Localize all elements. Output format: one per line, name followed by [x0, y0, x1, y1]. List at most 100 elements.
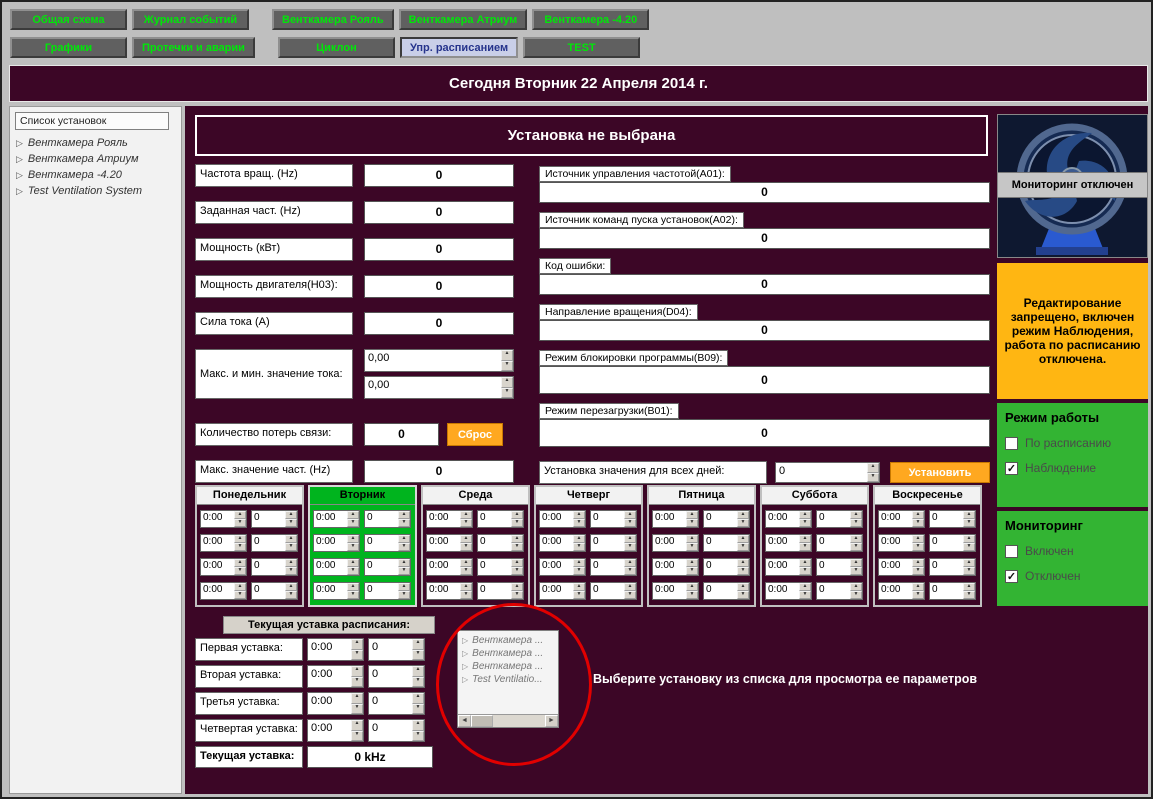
- day-time-spinner[interactable]: 0:00▲▼: [200, 510, 247, 528]
- spinner-down-icon[interactable]: ▼: [963, 567, 975, 575]
- day-time-spinner[interactable]: 0:00▲▼: [878, 534, 925, 552]
- spinner-up-icon[interactable]: ▲: [686, 511, 698, 519]
- toolbar-button[interactable]: Венткамера Рояль: [272, 9, 394, 30]
- day-value-spinner[interactable]: 0▲▼: [251, 510, 298, 528]
- day-time-spinner[interactable]: 0:00▲▼: [878, 510, 925, 528]
- checkbox-option[interactable]: ✓Наблюдение: [1005, 461, 1140, 475]
- spinner-up-icon[interactable]: ▲: [799, 535, 811, 543]
- toolbar-button[interactable]: TEST: [523, 37, 640, 58]
- spinner-down-icon[interactable]: ▼: [573, 591, 585, 599]
- day-time-spinner[interactable]: 0:00▲▼: [652, 510, 699, 528]
- spinner-up-icon[interactable]: ▲: [351, 639, 363, 650]
- day-time-spinner[interactable]: 0:00▲▼: [539, 510, 586, 528]
- spinner-down-icon[interactable]: ▼: [351, 731, 363, 742]
- day-value-spinner[interactable]: 0▲▼: [703, 582, 750, 600]
- spinner-down-icon[interactable]: ▼: [412, 731, 424, 742]
- spinner-down-icon[interactable]: ▼: [624, 591, 636, 599]
- spinner-up-icon[interactable]: ▲: [624, 535, 636, 543]
- schedule-time-spinner[interactable]: 0:00▲▼: [307, 665, 364, 688]
- toolbar-button[interactable]: Графики: [10, 37, 127, 58]
- spinner-up-icon[interactable]: ▲: [234, 559, 246, 567]
- day-value-spinner[interactable]: 0▲▼: [929, 582, 976, 600]
- horizontal-scrollbar[interactable]: ◄►: [458, 714, 558, 727]
- spinner-down-icon[interactable]: ▼: [850, 519, 862, 527]
- day-value-spinner[interactable]: 0▲▼: [364, 558, 411, 576]
- set-all-days-button[interactable]: Установить: [890, 462, 990, 483]
- spinner-up-icon[interactable]: ▲: [799, 583, 811, 591]
- day-value-spinner[interactable]: 0▲▼: [703, 558, 750, 576]
- day-value-spinner[interactable]: 0▲▼: [477, 558, 524, 576]
- scroll-right-icon[interactable]: ►: [545, 715, 558, 727]
- day-value-spinner[interactable]: 0▲▼: [590, 534, 637, 552]
- schedule-time-spinner[interactable]: 0:00▲▼: [307, 719, 364, 742]
- day-time-spinner[interactable]: 0:00▲▼: [200, 582, 247, 600]
- spinner-down-icon[interactable]: ▼: [686, 567, 698, 575]
- spinner-down-icon[interactable]: ▼: [686, 591, 698, 599]
- spinner-up-icon[interactable]: ▲: [686, 583, 698, 591]
- day-time-spinner[interactable]: 0:00▲▼: [426, 534, 473, 552]
- spinner-down-icon[interactable]: ▼: [963, 591, 975, 599]
- day-value-spinner[interactable]: 0▲▼: [477, 510, 524, 528]
- spinner-down-icon[interactable]: ▼: [737, 543, 749, 551]
- mini-list-item[interactable]: ▷Венткамера ...: [458, 647, 558, 660]
- schedule-value-spinner[interactable]: 0▲▼: [368, 719, 425, 742]
- spinner-up-icon[interactable]: ▲: [624, 583, 636, 591]
- spinner-down-icon[interactable]: ▼: [963, 543, 975, 551]
- spinner-up-icon[interactable]: ▲: [347, 511, 359, 519]
- spinner-up-icon[interactable]: ▲: [412, 666, 424, 677]
- spinner-up-icon[interactable]: ▲: [912, 583, 924, 591]
- day-value-spinner[interactable]: 0▲▼: [929, 558, 976, 576]
- scroll-left-icon[interactable]: ◄: [458, 715, 471, 727]
- spinner-down-icon[interactable]: ▼: [412, 677, 424, 688]
- spinner-up-icon[interactable]: ▲: [737, 535, 749, 543]
- installation-tree-item[interactable]: ▷Венткамера Рояль: [10, 135, 181, 151]
- day-value-spinner[interactable]: 0▲▼: [929, 510, 976, 528]
- spinner-down-icon[interactable]: ▼: [285, 519, 297, 527]
- installation-tree-item[interactable]: ▷Test Ventilation System: [10, 183, 181, 199]
- spinner-up-icon[interactable]: ▲: [573, 583, 585, 591]
- day-time-spinner[interactable]: 0:00▲▼: [652, 534, 699, 552]
- day-time-spinner[interactable]: 0:00▲▼: [426, 510, 473, 528]
- spinner-down-icon[interactable]: ▼: [850, 591, 862, 599]
- spinner-up-icon[interactable]: ▲: [850, 511, 862, 519]
- schedule-value-spinner[interactable]: 0▲▼: [368, 665, 425, 688]
- spinner-down-icon[interactable]: ▼: [573, 543, 585, 551]
- spinner-up-icon[interactable]: ▲: [624, 511, 636, 519]
- scrollbar-thumb[interactable]: [471, 715, 493, 727]
- spinner-up-icon[interactable]: ▲: [912, 559, 924, 567]
- toolbar-button[interactable]: Упр. расписанием: [400, 37, 518, 58]
- spinner-down-icon[interactable]: ▼: [398, 519, 410, 527]
- spinner-up-icon[interactable]: ▲: [285, 535, 297, 543]
- day-value-spinner[interactable]: 0▲▼: [816, 558, 863, 576]
- checkbox-unchecked-icon[interactable]: [1005, 437, 1018, 450]
- spinner-down-icon[interactable]: ▼: [511, 567, 523, 575]
- spinner-down-icon[interactable]: ▼: [912, 591, 924, 599]
- spinner-down-icon[interactable]: ▼: [624, 519, 636, 527]
- spinner-up-icon[interactable]: ▲: [850, 583, 862, 591]
- day-time-spinner[interactable]: 0:00▲▼: [765, 558, 812, 576]
- spinner-up-icon[interactable]: ▲: [850, 559, 862, 567]
- spinner-up-icon[interactable]: ▲: [737, 511, 749, 519]
- spinner-up-icon[interactable]: ▲: [573, 511, 585, 519]
- toolbar-button[interactable]: Журнал событий: [132, 9, 249, 30]
- spinner-up-icon[interactable]: ▲: [963, 535, 975, 543]
- spinner-down-icon[interactable]: ▼: [285, 567, 297, 575]
- toolbar-button[interactable]: Протечки и аварии: [132, 37, 255, 58]
- day-time-spinner[interactable]: 0:00▲▼: [539, 582, 586, 600]
- schedule-value-spinner[interactable]: 0▲▼: [368, 692, 425, 715]
- day-value-spinner[interactable]: 0▲▼: [364, 582, 411, 600]
- spinner-down-icon[interactable]: ▼: [624, 543, 636, 551]
- spinner-up-icon[interactable]: ▲: [412, 693, 424, 704]
- installation-tree-item[interactable]: ▷Венткамера Атриум: [10, 151, 181, 167]
- spinner-down-icon[interactable]: ▼: [511, 519, 523, 527]
- spinner-down-icon[interactable]: ▼: [799, 543, 811, 551]
- spinner-up-icon[interactable]: ▲: [398, 535, 410, 543]
- checkbox-checked-icon[interactable]: ✓: [1005, 570, 1018, 583]
- spinner-down-icon[interactable]: ▼: [573, 567, 585, 575]
- spinner-down-icon[interactable]: ▼: [799, 591, 811, 599]
- installation-tree-item[interactable]: ▷Венткамера -4.20: [10, 167, 181, 183]
- spinner-down-icon[interactable]: ▼: [398, 543, 410, 551]
- spinner-down-icon[interactable]: ▼: [850, 567, 862, 575]
- mini-list-item[interactable]: ▷Венткамера ...: [458, 634, 558, 647]
- day-value-spinner[interactable]: 0▲▼: [816, 510, 863, 528]
